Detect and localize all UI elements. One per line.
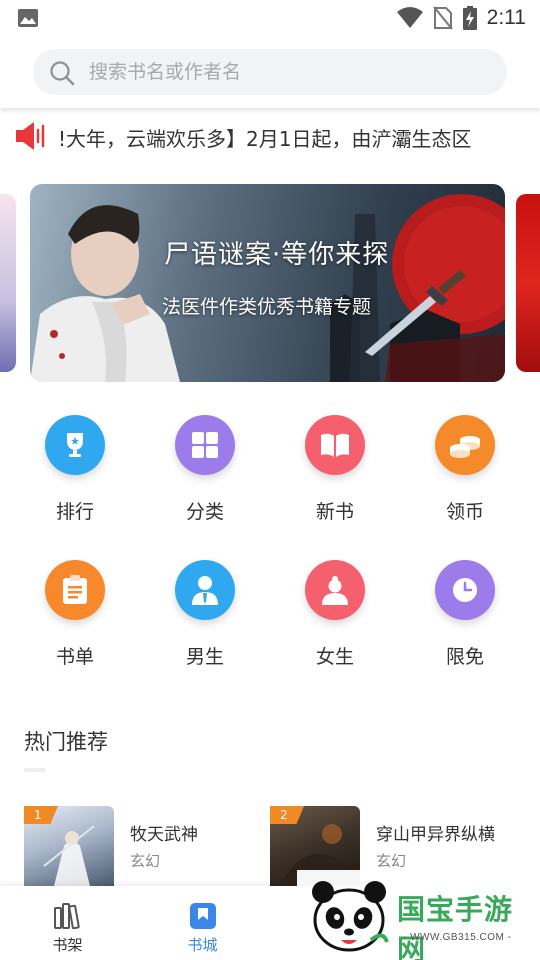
nav-label: 书城 [187, 936, 218, 954]
category-coins[interactable]: 领币 [405, 405, 525, 525]
category-male[interactable]: 男生 [145, 550, 265, 670]
bookshelf-icon [54, 903, 80, 930]
search-icon [50, 61, 75, 86]
category-label: 新书 [315, 501, 354, 523]
category-new-books[interactable]: 新书 [275, 405, 395, 525]
clock-icon [435, 560, 495, 620]
bookstore-icon [190, 903, 216, 929]
nav-bookshelf[interactable]: 书架 [0, 886, 135, 960]
watermark-url: - WWW.GB315.COM - [403, 932, 512, 943]
status-bar: 2:11 [0, 0, 540, 36]
search-input[interactable] [89, 49, 489, 95]
no-sim-icon [432, 6, 453, 30]
category-classify[interactable]: 分类 [145, 405, 265, 525]
section-title: 热门推荐 [24, 730, 108, 754]
notice-bar[interactable]: !大年，云端欢乐多】2月1日起，由浐灞生态区 [0, 112, 540, 160]
category-label: 排行 [55, 501, 94, 523]
category-booklist[interactable]: 书单 [15, 550, 135, 670]
trophy-icon [45, 415, 105, 475]
category-label: 限免 [445, 646, 484, 668]
book-title: 牧天武神 [130, 825, 198, 845]
clipboard-icon [45, 560, 105, 620]
image-icon [18, 9, 38, 27]
nav-bookstore[interactable]: 书城 [135, 886, 270, 960]
coins-icon [435, 415, 495, 475]
battery-charging-icon [462, 6, 477, 30]
grid-icon [175, 415, 235, 475]
female-user-icon [305, 560, 365, 620]
book-genre: 玄幻 [376, 852, 407, 870]
banner-title: 尸语谜案·等你来探 [164, 240, 390, 270]
search-bar[interactable] [33, 49, 507, 95]
book-open-icon [305, 415, 365, 475]
banner-prev-peek[interactable] [0, 194, 16, 372]
category-label: 分类 [185, 501, 224, 523]
notice-text: !大年，云端欢乐多】2月1日起，由浐灞生态区 [58, 127, 472, 151]
category-ranking[interactable]: 排行 [15, 405, 135, 525]
book-genre: 玄幻 [130, 852, 161, 870]
banner-subtitle: 法医件作类优秀书籍专题 [162, 296, 372, 318]
male-user-icon [175, 560, 235, 620]
section-underline [24, 768, 46, 772]
speaker-icon [16, 122, 45, 150]
banner-artwork [30, 194, 505, 382]
book-title: 穿山甲异界纵横 [376, 825, 495, 845]
status-time: 2:11 [486, 6, 526, 29]
notice-marquee: !大年，云端欢乐多】2月1日起，由浐灞生态区 [58, 112, 540, 160]
book-card[interactable]: 1 牧天武神 玄幻 [24, 806, 264, 886]
category-grid: 排行 分类 新书 领币 书单 男生 女生 限免 [0, 405, 540, 695]
banner-next-peek[interactable] [516, 194, 540, 372]
watermark: 国宝手游网 - WWW.GB315.COM - [297, 870, 540, 960]
category-label: 书单 [55, 646, 94, 668]
category-free[interactable]: 限免 [405, 550, 525, 670]
panda-logo-icon [312, 881, 389, 952]
category-label: 女生 [315, 646, 354, 668]
wifi-icon [396, 7, 423, 28]
watermark-text: 国宝手游网 [397, 893, 514, 960]
nav-label: 书架 [52, 936, 83, 954]
category-label: 男生 [185, 646, 224, 668]
category-label: 领币 [445, 501, 484, 523]
category-female[interactable]: 女生 [275, 550, 395, 670]
header [0, 36, 540, 108]
banner-slide[interactable]: 尸语谜案·等你来探 法医件作类优秀书籍专题 [30, 184, 505, 382]
